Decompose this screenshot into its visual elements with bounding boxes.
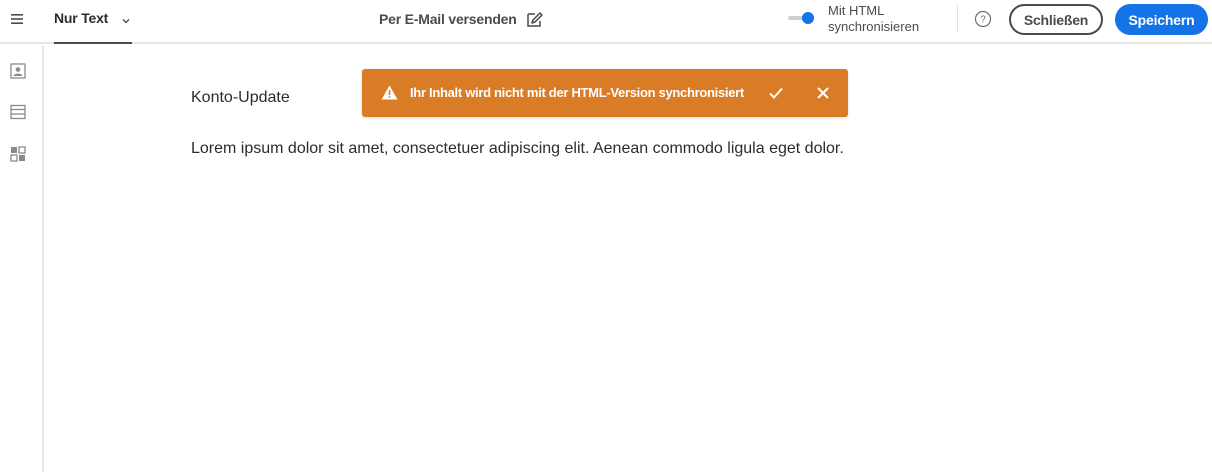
help-icon[interactable]: ? — [974, 10, 992, 28]
sync-html-label: Mit HTML synchronisieren — [828, 3, 920, 34]
toggle-knob — [802, 12, 814, 24]
sync-html-toggle[interactable] — [788, 11, 814, 25]
chevron-down-icon — [121, 12, 131, 30]
close-icon[interactable] — [813, 83, 833, 103]
close-button[interactable]: Schließen — [1009, 4, 1103, 35]
checkmark-icon[interactable] — [766, 83, 786, 103]
sync-warning-toast: Ihr Inhalt wird nicht mit der HTML-Versi… — [362, 69, 848, 117]
contact-card-icon[interactable] — [9, 62, 27, 80]
warning-icon — [381, 85, 398, 105]
fragments-icon[interactable] — [9, 145, 27, 163]
hamburger-icon[interactable] — [0, 0, 34, 38]
view-mode-dropdown[interactable]: Nur Text — [54, 0, 132, 44]
left-rail — [0, 46, 44, 472]
svg-text:?: ? — [980, 15, 986, 26]
send-email-button[interactable]: Per E-Mail versenden — [379, 0, 544, 38]
layout-icon[interactable] — [9, 103, 27, 121]
view-mode-label: Nur Text — [54, 9, 109, 26]
email-body-text[interactable]: Lorem ipsum dolor sit amet, consectetuer… — [191, 140, 844, 158]
edit-icon — [526, 10, 544, 28]
send-email-label: Per E-Mail versenden — [379, 11, 517, 27]
top-bar: Nur Text Per E-Mail versenden Mit HTML s… — [0, 0, 1212, 44]
header-divider — [957, 5, 958, 33]
toast-message: Ihr Inhalt wird nicht mit der HTML-Versi… — [410, 85, 744, 100]
save-button[interactable]: Speichern — [1115, 4, 1208, 35]
email-subject[interactable]: Konto-Update — [191, 89, 290, 107]
